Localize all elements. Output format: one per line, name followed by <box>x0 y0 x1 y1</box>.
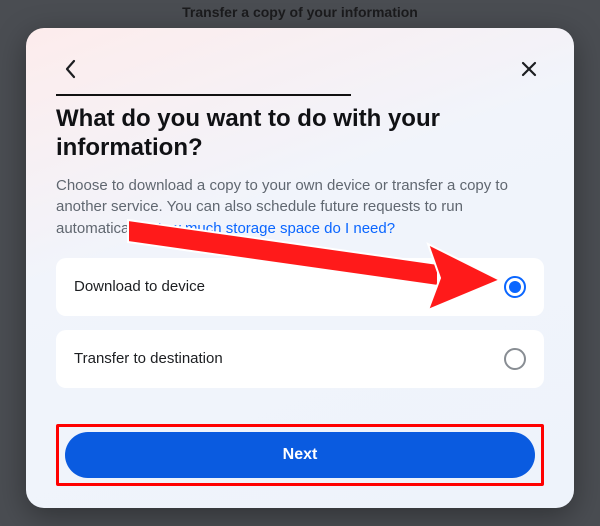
option-transfer-to-destination[interactable]: Transfer to destination <box>56 330 544 388</box>
radio-selected-icon <box>504 276 526 298</box>
modal-subtext: Choose to download a copy to your own de… <box>56 175 544 240</box>
modal-heading: What do you want to do with your informa… <box>56 104 544 163</box>
heading-underline <box>56 94 351 96</box>
close-icon <box>520 60 538 78</box>
annotation-highlight-box: Next <box>56 424 544 486</box>
modal-header <box>56 54 544 84</box>
next-button[interactable]: Next <box>65 432 535 478</box>
option-label: Transfer to destination <box>74 350 223 367</box>
option-download-to-device[interactable]: Download to device <box>56 258 544 316</box>
background-title: Transfer a copy of your information <box>0 4 600 20</box>
option-list: Download to device Transfer to destinati… <box>56 258 544 424</box>
radio-unselected-icon <box>504 348 526 370</box>
chevron-left-icon <box>64 58 78 80</box>
modal-dialog: What do you want to do with your informa… <box>26 28 574 508</box>
option-label: Download to device <box>74 278 205 295</box>
storage-help-link[interactable]: How much storage space do I need? <box>151 220 395 237</box>
close-button[interactable] <box>514 54 544 84</box>
back-button[interactable] <box>56 54 86 84</box>
